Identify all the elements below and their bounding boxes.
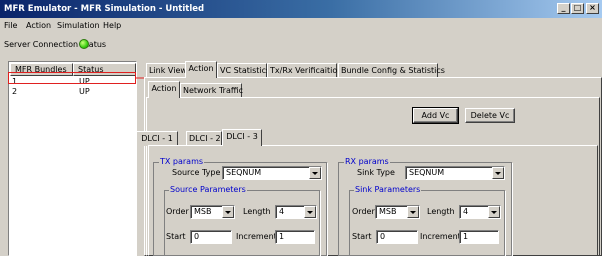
chevron-down-icon[interactable]: [492, 167, 504, 179]
tx-params-title: TX params: [159, 157, 205, 167]
chevron-down-icon[interactable]: [309, 167, 321, 179]
increment-label: Increment: [420, 232, 461, 241]
length-label: Length: [427, 207, 455, 216]
tab-link-view[interactable]: Link View: [146, 63, 187, 78]
sink-parameters-group: [349, 190, 505, 256]
start-label: Start: [166, 232, 186, 241]
tab-action[interactable]: Action: [185, 61, 217, 78]
order-select[interactable]: MSB: [375, 205, 420, 219]
sink-parameters-title: Sink Parameters: [354, 185, 422, 195]
tab-txrx-verification[interactable]: Tx/Rx Verificaition: [267, 63, 342, 78]
length-select[interactable]: 4: [275, 205, 317, 219]
start-label: Start: [352, 232, 372, 241]
chevron-down-icon[interactable]: [222, 206, 234, 218]
sink-type-label: Sink Type: [357, 168, 395, 177]
source-type-select[interactable]: SEQNUM: [222, 166, 322, 180]
sink-type-value: SEQNUM: [409, 168, 445, 177]
rx-params-title: RX params: [344, 157, 390, 167]
increment-input[interactable]: 1: [275, 230, 315, 244]
start-input[interactable]: 0: [376, 230, 418, 244]
add-vc-button[interactable]: Add Vc: [412, 107, 459, 124]
tab-bundle-config[interactable]: Bundle Config & Statistics: [338, 63, 445, 78]
delete-vc-button[interactable]: Delete Vc: [465, 108, 515, 123]
sink-type-select[interactable]: SEQNUM: [405, 166, 505, 180]
chevron-down-icon[interactable]: [407, 206, 419, 218]
length-select[interactable]: 4: [459, 205, 501, 219]
order-value: MSB: [194, 207, 212, 216]
tab-vc-statistics[interactable]: VC Statistics: [217, 63, 270, 78]
source-parameters-title: Source Parameters: [169, 185, 247, 195]
tab-dlci-1[interactable]: DLCI - 1: [136, 131, 178, 146]
subtab-network-traffic[interactable]: Network Traffic: [180, 83, 243, 98]
tab-dlci-3[interactable]: DLCI - 3: [222, 129, 262, 146]
tab-dlci-2[interactable]: DLCI - 2: [186, 131, 222, 146]
start-input[interactable]: 0: [190, 230, 232, 244]
source-type-value: SEQNUM: [226, 168, 262, 177]
length-label: Length: [243, 207, 271, 216]
order-value: MSB: [379, 207, 397, 216]
source-parameters-group: [164, 190, 320, 256]
chevron-down-icon[interactable]: [488, 206, 500, 218]
increment-label: Increment: [236, 232, 277, 241]
subtab-action[interactable]: Action: [148, 81, 180, 98]
order-label: Order: [166, 207, 189, 216]
chevron-down-icon[interactable]: [304, 206, 316, 218]
order-label: Order: [352, 207, 375, 216]
order-select[interactable]: MSB: [190, 205, 235, 219]
increment-input[interactable]: 1: [459, 230, 499, 244]
length-value: 4: [279, 207, 285, 216]
source-type-label: Source Type: [172, 168, 221, 177]
length-value: 4: [463, 207, 469, 216]
